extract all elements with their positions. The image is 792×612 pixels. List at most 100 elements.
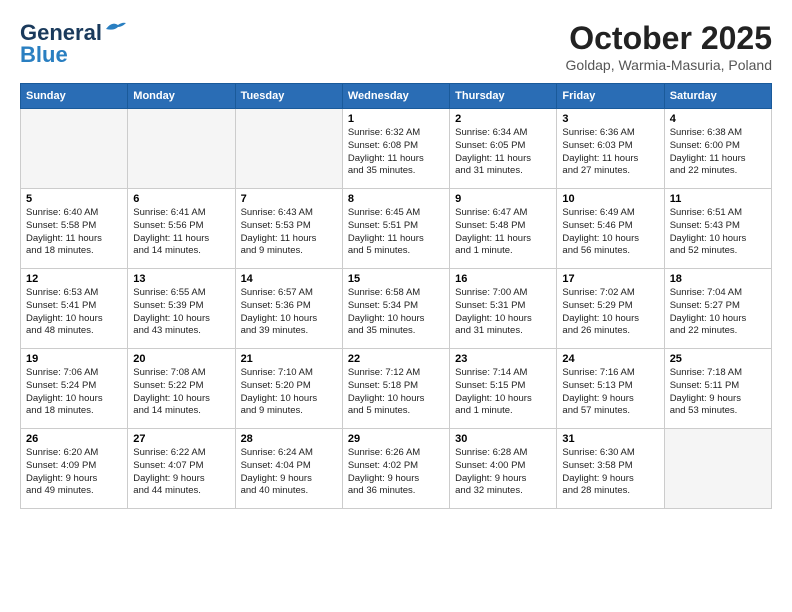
calendar-table: SundayMondayTuesdayWednesdayThursdayFrid… — [20, 83, 772, 509]
day-info: Sunrise: 6:28 AM Sunset: 4:00 PM Dayligh… — [455, 447, 551, 498]
day-info: Sunrise: 6:45 AM Sunset: 5:51 PM Dayligh… — [348, 207, 444, 258]
day-number: 28 — [241, 433, 337, 445]
day-number: 16 — [455, 273, 551, 285]
day-info: Sunrise: 6:55 AM Sunset: 5:39 PM Dayligh… — [133, 287, 229, 338]
calendar-cell: 25Sunrise: 7:18 AM Sunset: 5:11 PM Dayli… — [664, 349, 771, 429]
calendar-cell: 24Sunrise: 7:16 AM Sunset: 5:13 PM Dayli… — [557, 349, 664, 429]
calendar-cell: 5 Sunrise: 6:40 AM Sunset: 5:58 PM Daylig… — [21, 189, 128, 269]
calendar-cell: 23 Sunrise: 7:14 AM Sunset: 5:15 PM Dayli… — [450, 349, 557, 429]
day-number: 26 — [26, 433, 122, 445]
day-info: Sunrise: 6:24 AM Sunset: 4:04 PM Dayligh… — [241, 447, 337, 498]
weekday-header-row: SundayMondayTuesdayWednesdayThursdayFrid… — [21, 84, 772, 109]
day-info: Sunrise: 7:12 AM Sunset: 5:18 PM Dayligh… — [348, 367, 444, 418]
day-number: 30 — [455, 433, 551, 445]
day-info: Sunrise: 7:00 AM Sunset: 5:31 PM Dayligh… — [455, 287, 551, 338]
day-number: 1 — [348, 113, 444, 125]
logo: General Blue — [20, 20, 126, 68]
weekday-header-friday: Friday — [557, 84, 664, 109]
calendar-cell: 9 Sunrise: 6:47 AM Sunset: 5:48 PM Daylig… — [450, 189, 557, 269]
calendar-cell: 27 Sunrise: 6:22 AM Sunset: 4:07 PM Dayli… — [128, 429, 235, 509]
day-info: Sunrise: 6:26 AM Sunset: 4:02 PM Dayligh… — [348, 447, 444, 498]
calendar-cell: 21 Sunrise: 7:10 AM Sunset: 5:20 PM Dayli… — [235, 349, 342, 429]
calendar-cell: 6 Sunrise: 6:41 AM Sunset: 5:56 PM Daylig… — [128, 189, 235, 269]
day-info: Sunrise: 6:41 AM Sunset: 5:56 PM Dayligh… — [133, 207, 229, 258]
day-number: 21 — [241, 353, 337, 365]
calendar-cell: 16 Sunrise: 7:00 AM Sunset: 5:31 PM Dayli… — [450, 269, 557, 349]
calendar-week-1: 1 Sunrise: 6:32 AM Sunset: 6:08 PM Daylig… — [21, 109, 772, 189]
calendar-cell: 28 Sunrise: 6:24 AM Sunset: 4:04 PM Dayli… — [235, 429, 342, 509]
calendar-cell — [664, 429, 771, 509]
day-info: Sunrise: 6:43 AM Sunset: 5:53 PM Dayligh… — [241, 207, 337, 258]
day-info: Sunrise: 7:14 AM Sunset: 5:15 PM Dayligh… — [455, 367, 551, 418]
day-info: Sunrise: 6:47 AM Sunset: 5:48 PM Dayligh… — [455, 207, 551, 258]
day-info: Sunrise: 7:10 AM Sunset: 5:20 PM Dayligh… — [241, 367, 337, 418]
logo-bird-icon — [104, 21, 126, 37]
day-info: Sunrise: 6:49 AM Sunset: 5:46 PM Dayligh… — [562, 207, 658, 258]
day-number: 25 — [670, 353, 766, 365]
day-info: Sunrise: 6:30 AM Sunset: 3:58 PM Dayligh… — [562, 447, 658, 498]
day-info: Sunrise: 7:04 AM Sunset: 5:27 PM Dayligh… — [670, 287, 766, 338]
day-number: 19 — [26, 353, 122, 365]
calendar-cell: 7 Sunrise: 6:43 AM Sunset: 5:53 PM Daylig… — [235, 189, 342, 269]
day-info: Sunrise: 6:38 AM Sunset: 6:00 PM Dayligh… — [670, 127, 766, 178]
calendar-week-3: 12Sunrise: 6:53 AM Sunset: 5:41 PM Dayli… — [21, 269, 772, 349]
day-number: 12 — [26, 273, 122, 285]
day-number: 9 — [455, 193, 551, 205]
day-info: Sunrise: 6:22 AM Sunset: 4:07 PM Dayligh… — [133, 447, 229, 498]
day-info: Sunrise: 7:06 AM Sunset: 5:24 PM Dayligh… — [26, 367, 122, 418]
day-number: 11 — [670, 193, 766, 205]
calendar-cell — [235, 109, 342, 189]
calendar-cell: 29 Sunrise: 6:26 AM Sunset: 4:02 PM Dayli… — [342, 429, 449, 509]
calendar-cell: 2 Sunrise: 6:34 AM Sunset: 6:05 PM Daylig… — [450, 109, 557, 189]
day-number: 14 — [241, 273, 337, 285]
day-number: 18 — [670, 273, 766, 285]
day-number: 6 — [133, 193, 229, 205]
day-number: 10 — [562, 193, 658, 205]
day-info: Sunrise: 7:02 AM Sunset: 5:29 PM Dayligh… — [562, 287, 658, 338]
day-number: 17 — [562, 273, 658, 285]
day-number: 31 — [562, 433, 658, 445]
calendar-cell: 11 Sunrise: 6:51 AM Sunset: 5:43 PM Dayli… — [664, 189, 771, 269]
calendar-cell: 31 Sunrise: 6:30 AM Sunset: 3:58 PM Dayli… — [557, 429, 664, 509]
weekday-header-monday: Monday — [128, 84, 235, 109]
day-number: 20 — [133, 353, 229, 365]
day-number: 13 — [133, 273, 229, 285]
day-info: Sunrise: 6:34 AM Sunset: 6:05 PM Dayligh… — [455, 127, 551, 178]
day-number: 5 — [26, 193, 122, 205]
title-block: October 2025 Goldap, Warmia-Masuria, Pol… — [566, 20, 772, 73]
day-number: 7 — [241, 193, 337, 205]
logo-blue: Blue — [20, 42, 68, 68]
day-number: 27 — [133, 433, 229, 445]
calendar-cell — [21, 109, 128, 189]
weekday-header-thursday: Thursday — [450, 84, 557, 109]
calendar-week-5: 26Sunrise: 6:20 AM Sunset: 4:09 PM Dayli… — [21, 429, 772, 509]
calendar-cell: 12Sunrise: 6:53 AM Sunset: 5:41 PM Dayli… — [21, 269, 128, 349]
day-info: Sunrise: 6:36 AM Sunset: 6:03 PM Dayligh… — [562, 127, 658, 178]
day-info: Sunrise: 6:58 AM Sunset: 5:34 PM Dayligh… — [348, 287, 444, 338]
day-info: Sunrise: 6:32 AM Sunset: 6:08 PM Dayligh… — [348, 127, 444, 178]
location-subtitle: Goldap, Warmia-Masuria, Poland — [566, 57, 772, 73]
weekday-header-tuesday: Tuesday — [235, 84, 342, 109]
calendar-cell: 8Sunrise: 6:45 AM Sunset: 5:51 PM Daylig… — [342, 189, 449, 269]
calendar-cell: 14 Sunrise: 6:57 AM Sunset: 5:36 PM Dayli… — [235, 269, 342, 349]
day-number: 2 — [455, 113, 551, 125]
weekday-header-wednesday: Wednesday — [342, 84, 449, 109]
day-info: Sunrise: 6:57 AM Sunset: 5:36 PM Dayligh… — [241, 287, 337, 338]
day-number: 22 — [348, 353, 444, 365]
calendar-cell: 18 Sunrise: 7:04 AM Sunset: 5:27 PM Dayli… — [664, 269, 771, 349]
weekday-header-saturday: Saturday — [664, 84, 771, 109]
day-info: Sunrise: 6:51 AM Sunset: 5:43 PM Dayligh… — [670, 207, 766, 258]
page-header: General Blue October 2025 Goldap, Warmia… — [20, 20, 772, 73]
day-info: Sunrise: 7:16 AM Sunset: 5:13 PM Dayligh… — [562, 367, 658, 418]
calendar-cell: 13 Sunrise: 6:55 AM Sunset: 5:39 PM Dayli… — [128, 269, 235, 349]
calendar-week-2: 5 Sunrise: 6:40 AM Sunset: 5:58 PM Daylig… — [21, 189, 772, 269]
calendar-cell: 3Sunrise: 6:36 AM Sunset: 6:03 PM Daylig… — [557, 109, 664, 189]
calendar-cell: 30 Sunrise: 6:28 AM Sunset: 4:00 PM Dayli… — [450, 429, 557, 509]
day-number: 4 — [670, 113, 766, 125]
day-info: Sunrise: 6:40 AM Sunset: 5:58 PM Dayligh… — [26, 207, 122, 258]
day-number: 23 — [455, 353, 551, 365]
calendar-cell: 10 Sunrise: 6:49 AM Sunset: 5:46 PM Dayli… — [557, 189, 664, 269]
month-title: October 2025 — [566, 20, 772, 57]
day-number: 29 — [348, 433, 444, 445]
calendar-cell: 17 Sunrise: 7:02 AM Sunset: 5:29 PM Dayli… — [557, 269, 664, 349]
